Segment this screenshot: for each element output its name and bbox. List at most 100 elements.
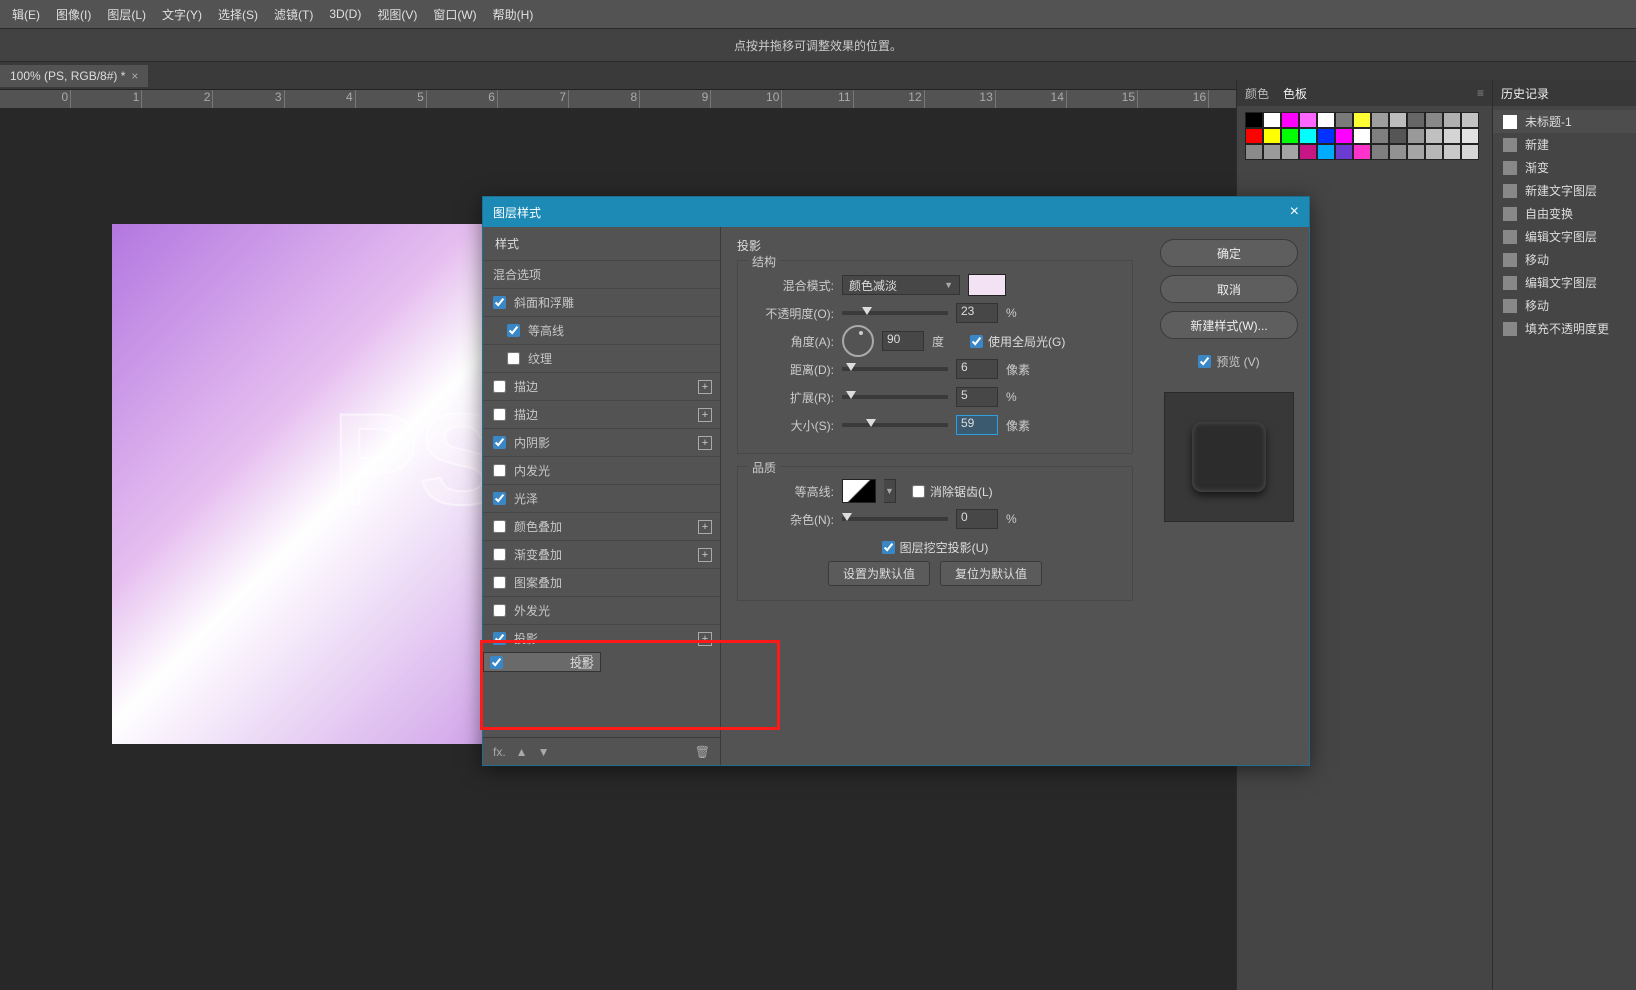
tab-color[interactable]: 颜色 bbox=[1245, 85, 1269, 102]
swatch[interactable] bbox=[1263, 128, 1281, 144]
opacity-input[interactable]: 23 bbox=[956, 303, 998, 323]
add-effect-icon[interactable]: + bbox=[698, 632, 712, 646]
swatch[interactable] bbox=[1317, 144, 1335, 160]
swatch[interactable] bbox=[1281, 144, 1299, 160]
swatch[interactable] bbox=[1299, 112, 1317, 128]
style-item[interactable]: 光泽 bbox=[483, 484, 720, 512]
cancel-button[interactable]: 取消 bbox=[1160, 275, 1298, 303]
knockout-checkbox[interactable]: 图层挖空投影(U) bbox=[882, 539, 989, 556]
history-item[interactable]: 编辑文字图层 bbox=[1493, 271, 1636, 294]
move-up-icon[interactable]: ▲ bbox=[516, 745, 528, 759]
style-checkbox[interactable] bbox=[493, 380, 506, 393]
history-item[interactable]: 新建文字图层 bbox=[1493, 179, 1636, 202]
antialias-checkbox[interactable]: 消除锯齿(L) bbox=[912, 483, 993, 500]
swatch[interactable] bbox=[1299, 128, 1317, 144]
swatch[interactable] bbox=[1317, 112, 1335, 128]
close-icon[interactable]: × bbox=[1290, 203, 1299, 221]
global-light-checkbox[interactable]: 使用全局光(G) bbox=[970, 333, 1065, 350]
swatches-grid[interactable] bbox=[1237, 106, 1492, 166]
swatch[interactable] bbox=[1245, 112, 1263, 128]
style-item[interactable]: 渐变叠加+ bbox=[483, 540, 720, 568]
history-item[interactable]: 自由变换 bbox=[1493, 202, 1636, 225]
style-item[interactable]: 描边+ bbox=[483, 400, 720, 428]
swatch[interactable] bbox=[1425, 128, 1443, 144]
swatch[interactable] bbox=[1317, 128, 1335, 144]
tab-swatch[interactable]: 色板 bbox=[1283, 85, 1307, 102]
styles-header[interactable]: 样式 bbox=[483, 227, 720, 260]
add-effect-icon[interactable]: + bbox=[698, 548, 712, 562]
opacity-slider[interactable] bbox=[842, 311, 948, 315]
menu-layer[interactable]: 图层(L) bbox=[99, 6, 154, 23]
canvas[interactable]: PS bbox=[112, 224, 502, 744]
swatch[interactable] bbox=[1389, 112, 1407, 128]
swatch[interactable] bbox=[1371, 144, 1389, 160]
history-item[interactable]: 编辑文字图层 bbox=[1493, 225, 1636, 248]
swatch[interactable] bbox=[1245, 128, 1263, 144]
spread-slider[interactable] bbox=[842, 395, 948, 399]
set-default-button[interactable]: 设置为默认值 bbox=[828, 561, 930, 586]
style-checkbox[interactable] bbox=[493, 408, 506, 421]
style-checkbox[interactable] bbox=[493, 520, 506, 533]
add-effect-icon[interactable]: + bbox=[698, 520, 712, 534]
menu-select[interactable]: 选择(S) bbox=[210, 6, 266, 23]
menu-window[interactable]: 窗口(W) bbox=[425, 6, 484, 23]
size-input[interactable]: 59 bbox=[956, 415, 998, 435]
style-checkbox[interactable] bbox=[507, 352, 520, 365]
swatch[interactable] bbox=[1353, 128, 1371, 144]
menu-filter[interactable]: 滤镜(T) bbox=[266, 6, 321, 23]
style-item[interactable]: 描边+ bbox=[483, 372, 720, 400]
style-checkbox[interactable] bbox=[493, 436, 506, 449]
swatch[interactable] bbox=[1443, 144, 1461, 160]
add-effect-icon[interactable]: + bbox=[698, 436, 712, 450]
ok-button[interactable]: 确定 bbox=[1160, 239, 1298, 267]
style-item[interactable]: 等高线 bbox=[483, 316, 720, 344]
distance-input[interactable]: 6 bbox=[956, 359, 998, 379]
history-item[interactable]: 移动 bbox=[1493, 248, 1636, 271]
style-checkbox[interactable] bbox=[493, 576, 506, 589]
size-slider[interactable] bbox=[842, 423, 948, 427]
style-checkbox[interactable] bbox=[493, 492, 506, 505]
swatch[interactable] bbox=[1407, 144, 1425, 160]
swatch[interactable] bbox=[1425, 112, 1443, 128]
angle-input[interactable]: 90 bbox=[882, 331, 924, 351]
style-checkbox[interactable] bbox=[493, 548, 506, 561]
add-effect-icon[interactable]: + bbox=[578, 655, 592, 669]
style-item[interactable]: 斜面和浮雕 bbox=[483, 288, 720, 316]
history-item[interactable]: 移动 bbox=[1493, 294, 1636, 317]
spread-input[interactable]: 5 bbox=[956, 387, 998, 407]
preview-checkbox[interactable]: 预览 (V) bbox=[1198, 353, 1259, 370]
swatch[interactable] bbox=[1407, 112, 1425, 128]
swatch[interactable] bbox=[1443, 128, 1461, 144]
swatch[interactable] bbox=[1263, 144, 1281, 160]
style-item[interactable]: 投影+ bbox=[483, 652, 601, 672]
swatch[interactable] bbox=[1389, 144, 1407, 160]
noise-slider[interactable] bbox=[842, 517, 948, 521]
shadow-color-chip[interactable] bbox=[968, 274, 1006, 296]
new-style-button[interactable]: 新建样式(W)... bbox=[1160, 311, 1298, 339]
swatch[interactable] bbox=[1245, 144, 1263, 160]
history-item[interactable]: 填充不透明度更 bbox=[1493, 317, 1636, 340]
swatch[interactable] bbox=[1461, 112, 1479, 128]
dialog-titlebar[interactable]: 图层样式 × bbox=[483, 197, 1309, 227]
style-checkbox[interactable] bbox=[493, 464, 506, 477]
style-item[interactable]: 投影+ bbox=[483, 624, 720, 652]
antialias-cb[interactable] bbox=[912, 485, 925, 498]
swatch[interactable] bbox=[1353, 112, 1371, 128]
style-checkbox[interactable] bbox=[507, 324, 520, 337]
tab-history[interactable]: 历史记录 bbox=[1501, 85, 1549, 102]
blend-mode-select[interactable]: 颜色减淡 ▼ bbox=[842, 275, 960, 295]
reset-default-button[interactable]: 复位为默认值 bbox=[940, 561, 1042, 586]
style-item[interactable]: 内阴影+ bbox=[483, 428, 720, 456]
swatch[interactable] bbox=[1335, 112, 1353, 128]
style-item[interactable]: 外发光 bbox=[483, 596, 720, 624]
noise-input[interactable]: 0 bbox=[956, 509, 998, 529]
panel-menu-icon[interactable]: ≡ bbox=[1477, 86, 1484, 100]
menu-image[interactable]: 图像(I) bbox=[48, 6, 99, 23]
style-item[interactable]: 内发光 bbox=[483, 456, 720, 484]
style-item[interactable]: 纹理 bbox=[483, 344, 720, 372]
blending-options[interactable]: 混合选项 bbox=[483, 260, 720, 288]
swatch[interactable] bbox=[1299, 144, 1317, 160]
swatch[interactable] bbox=[1407, 128, 1425, 144]
distance-slider[interactable] bbox=[842, 367, 948, 371]
menu-3d[interactable]: 3D(D) bbox=[321, 7, 369, 21]
